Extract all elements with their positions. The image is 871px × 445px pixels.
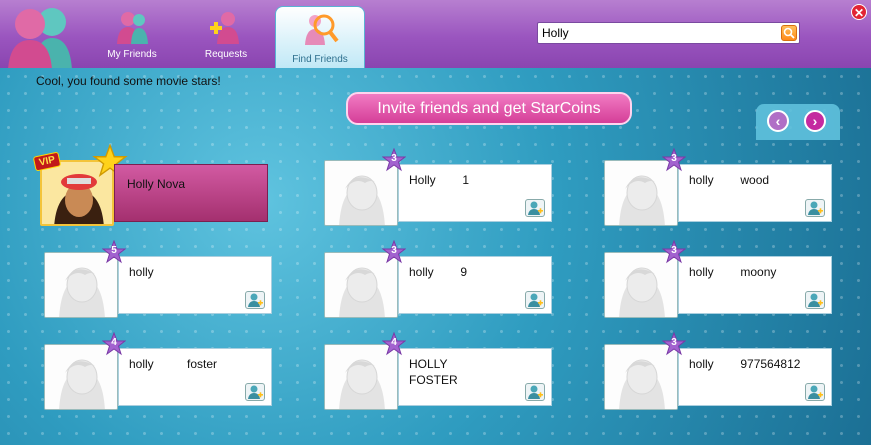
search-box	[537, 22, 800, 44]
logo-icon	[8, 8, 72, 70]
close-icon: ✕	[853, 6, 865, 20]
tab-requests[interactable]: Requests	[182, 6, 270, 64]
search-input[interactable]	[538, 23, 776, 43]
add-friend-icon	[528, 293, 543, 307]
search-button[interactable]	[781, 25, 797, 41]
card-panel: holly moony	[678, 256, 832, 314]
add-friend-button[interactable]	[525, 291, 545, 309]
next-page-button[interactable]: ›	[804, 110, 826, 132]
level-badge: 4	[381, 331, 407, 356]
level-badge: 3	[381, 239, 407, 264]
result-card[interactable]: HOLLY FOSTER 4	[324, 331, 552, 410]
chevron-left-icon: ‹	[775, 113, 781, 129]
add-friend-icon	[248, 293, 263, 307]
add-friend-button[interactable]	[245, 291, 265, 309]
chevron-right-icon: ›	[812, 113, 818, 129]
friend-name: holly 977564812	[689, 357, 801, 371]
card-panel: Holly 1	[398, 164, 552, 222]
close-button[interactable]: ✕	[851, 4, 867, 20]
level-badge: 3	[661, 331, 687, 356]
add-friend-icon	[808, 201, 823, 215]
add-friend-icon	[528, 201, 543, 215]
find-friends-icon	[305, 14, 339, 45]
tab-my-friends-label: My Friends	[107, 49, 157, 60]
prev-page-button[interactable]: ‹	[767, 110, 789, 132]
add-friend-icon	[528, 385, 543, 399]
result-card[interactable]: holly 977564812 3	[604, 331, 832, 410]
add-friend-icon	[248, 385, 263, 399]
level-badge: 4	[101, 331, 127, 356]
friend-name: Holly Nova	[127, 177, 186, 191]
result-card[interactable]: holly wood 3	[604, 147, 832, 226]
friend-name: holly moony	[689, 265, 777, 279]
tab-find-friends[interactable]: Find Friends	[275, 6, 365, 69]
level-value: 4	[111, 337, 117, 348]
friend-name: Holly 1	[409, 173, 470, 187]
result-message: Cool, you found some movie stars!	[36, 74, 221, 88]
friend-name: holly wood	[689, 173, 770, 187]
level-value: 3	[391, 153, 397, 164]
friends-icon	[117, 12, 148, 44]
level-value: 3	[671, 245, 677, 256]
result-card[interactable]: holly moony 3	[604, 239, 832, 318]
add-friend-button[interactable]	[525, 383, 545, 401]
card-panel: holly 9	[398, 256, 552, 314]
friend-name: HOLLY FOSTER	[409, 357, 458, 387]
result-card[interactable]: Holly 1 3	[324, 147, 552, 226]
friend-name: holly 9	[409, 265, 468, 279]
level-badge: 3	[661, 147, 687, 172]
add-friend-button[interactable]	[525, 199, 545, 217]
friend-name: holly	[129, 265, 154, 279]
search-icon	[783, 27, 795, 39]
level-value: 3	[391, 245, 397, 256]
card-panel: holly wood	[678, 164, 832, 222]
tab-requests-label: Requests	[204, 49, 248, 60]
level-value: 4	[391, 337, 397, 348]
tab-my-friends[interactable]: My Friends	[88, 6, 176, 64]
result-card[interactable]: holly 5	[44, 239, 272, 318]
result-card[interactable]: holly 9 3	[324, 239, 552, 318]
card-panel: Holly Nova	[114, 164, 268, 222]
level-value: 3	[671, 153, 677, 164]
card-panel: HOLLY FOSTER	[398, 348, 552, 406]
add-friend-icon	[808, 293, 823, 307]
result-card[interactable]: holly foster 4	[44, 331, 272, 410]
add-friend-button[interactable]	[805, 383, 825, 401]
tab-find-friends-label: Find Friends	[292, 54, 348, 65]
level-badge: 3	[381, 147, 407, 172]
add-friend-button[interactable]	[245, 383, 265, 401]
level-value: 5	[111, 245, 117, 256]
add-friend-icon	[808, 385, 823, 399]
card-panel: holly foster	[118, 348, 272, 406]
card-panel: holly 977564812	[678, 348, 832, 406]
level-badge: 5	[101, 239, 127, 264]
card-panel: holly	[118, 256, 272, 314]
level-badge: 3	[661, 239, 687, 264]
friend-name: holly foster	[129, 357, 218, 371]
level-value: 3	[671, 337, 677, 348]
requests-icon	[210, 12, 239, 44]
result-card-featured[interactable]: VIP Holly Nova	[32, 144, 268, 226]
add-friend-button[interactable]	[805, 199, 825, 217]
invite-friends-button[interactable]: Invite friends and get StarCoins	[346, 92, 632, 125]
add-friend-button[interactable]	[805, 291, 825, 309]
